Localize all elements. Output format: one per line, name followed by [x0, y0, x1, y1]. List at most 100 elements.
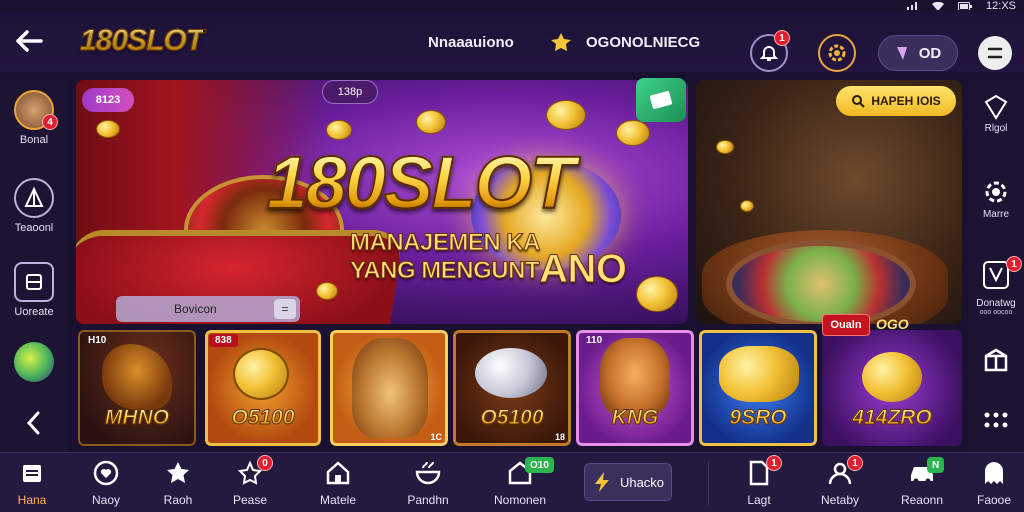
nav-item-11[interactable]: Faooe [962, 459, 1024, 507]
notifications-button[interactable]: 1 [750, 30, 790, 72]
game-card[interactable]: H10 MHNO [78, 330, 196, 446]
nav-label: Reaonn [900, 493, 944, 507]
hero-subtitle-line2: YANG MENGUNT [349, 257, 540, 284]
wallet-button[interactable]: OD [878, 35, 958, 71]
card-label: 9SRO [699, 406, 817, 430]
nav-item-3[interactable]: Raoh [146, 459, 210, 507]
sidebar-item-label: Marre [982, 209, 1010, 220]
star-icon [551, 33, 571, 51]
nav-item-10[interactable]: N Reaonn [890, 457, 954, 507]
nav-item-5[interactable]: Matele [306, 459, 370, 507]
sidebar-item-right-4[interactable] [968, 346, 1024, 374]
sidebar-item-right-1[interactable]: Rlgol [968, 94, 1024, 134]
nav-item-7[interactable]: O10 Nomonen [488, 457, 554, 507]
nav-item-6[interactable]: Pandhn [396, 459, 460, 507]
game-card[interactable]: 1C [330, 330, 448, 446]
box-icon [14, 262, 54, 302]
nav-label: Faooe [976, 493, 1012, 507]
side-banner-button[interactable]: HAPEH IOIS [836, 86, 956, 116]
sidebar-item-create[interactable]: Uoreate [0, 262, 68, 318]
hero-pill: 138p [322, 80, 378, 104]
header-link-secondary[interactable]: OGONOLNIECG [586, 34, 700, 51]
game-card[interactable]: 414ZRO [822, 330, 962, 446]
coin-decoration [740, 200, 754, 212]
ghost-icon [985, 462, 1003, 484]
left-sidebar: 4 Bonal Teaoonl Uoreate [0, 80, 68, 452]
right-sidebar: Rlgol Marre 1 Donatwg ooo oocoo [968, 80, 1024, 452]
coin-decoration [616, 120, 650, 146]
sidebar-item-label: Bonal [19, 134, 49, 146]
arrow-left-icon [16, 30, 43, 52]
sidebar-item-label: Rlgol [984, 123, 1008, 134]
card-label: O5100 [453, 406, 571, 430]
coins-icon [475, 348, 547, 398]
coin-decoration [96, 120, 120, 138]
nav-green-badge: N [927, 457, 945, 473]
card-label: KNG [576, 406, 694, 430]
card-label: O5100 [205, 406, 321, 430]
ticket-icon [649, 91, 673, 109]
nav-label: Pandhn [407, 493, 449, 507]
hero-subtitle-big: ANO [539, 247, 628, 291]
gold-coin-icon [862, 352, 922, 402]
sidebar-collapse-button[interactable] [0, 410, 68, 436]
sidebar-item-right-2[interactable]: Marre [968, 178, 1024, 220]
sidebar-item-chat[interactable] [0, 342, 68, 382]
center-action-label: Uhacko [619, 474, 665, 490]
star-icon [167, 462, 189, 483]
gem-icon [896, 47, 907, 60]
coin-stack-icon [233, 348, 289, 400]
nav-label: Matele [319, 493, 357, 507]
nav-item-2[interactable]: Naoy [74, 459, 138, 507]
more-button[interactable] [968, 410, 1024, 430]
nav-item-8[interactable]: 1 Lagt [727, 455, 791, 507]
nav-badge: 1 [847, 455, 863, 471]
game-card[interactable]: 9SRO [699, 330, 817, 446]
compass-icon [14, 178, 54, 218]
diamond-icon [984, 94, 1008, 120]
game-card[interactable]: O5100 18 [453, 330, 571, 446]
sidebar-item-right-3[interactable]: 1 Donatwg ooo oocoo [968, 256, 1024, 316]
hero-search: = [116, 296, 300, 322]
game-card[interactable]: 110 KNG [576, 330, 694, 446]
back-button[interactable] [12, 28, 46, 54]
sidebar-item-label: Uoreate [14, 306, 54, 318]
coin-decoration [546, 100, 586, 130]
reward-button[interactable] [818, 34, 856, 72]
menu-icon [987, 47, 1003, 59]
bowl-icon [415, 461, 441, 485]
card-small-label: 18 [554, 432, 565, 442]
game-card[interactable]: 838 O5100 [205, 330, 321, 446]
chevron-left-icon [26, 411, 40, 435]
search-icon [852, 95, 866, 108]
ticket-button[interactable] [636, 78, 686, 122]
lightning-icon [594, 472, 609, 492]
nav-badge: 0 [257, 455, 273, 471]
house-icon [326, 461, 350, 485]
app-logo[interactable]: 180SLOT [79, 24, 204, 58]
menu-button[interactable] [978, 36, 1012, 70]
sidebar-item-tournament[interactable]: Teaoonl [0, 178, 68, 234]
center-action-button[interactable]: Uhacko [584, 463, 672, 501]
nav-item-9[interactable]: 1 Netaby [808, 455, 872, 507]
nav-item-home[interactable]: Hana [0, 459, 64, 507]
nav-label: Naoy [91, 493, 120, 507]
sidebar-item-label: Teaoonl [14, 222, 54, 234]
bell-icon [760, 46, 778, 61]
heart-icon [93, 460, 119, 486]
search-button[interactable]: = [274, 299, 296, 319]
side-banner[interactable] [696, 80, 962, 324]
coin-decoration [316, 282, 338, 300]
right-sidebar-badge: 1 [1006, 256, 1022, 272]
nav-item-4[interactable]: 0 Pease [218, 455, 282, 507]
search-input[interactable] [116, 296, 266, 322]
card-label: MHNO [78, 406, 196, 430]
wallet-label: OD [918, 44, 942, 62]
nav-label: Raoh [163, 493, 193, 507]
coin-decoration [716, 140, 734, 154]
nav-label: Hana [17, 493, 47, 507]
header-link-primary[interactable]: Nnaaauiono [428, 34, 514, 51]
more-dots-icon [984, 412, 1008, 428]
nav-green-badge: O10 [525, 457, 554, 473]
sidebar-item-profile[interactable]: 4 Bonal [0, 90, 68, 146]
